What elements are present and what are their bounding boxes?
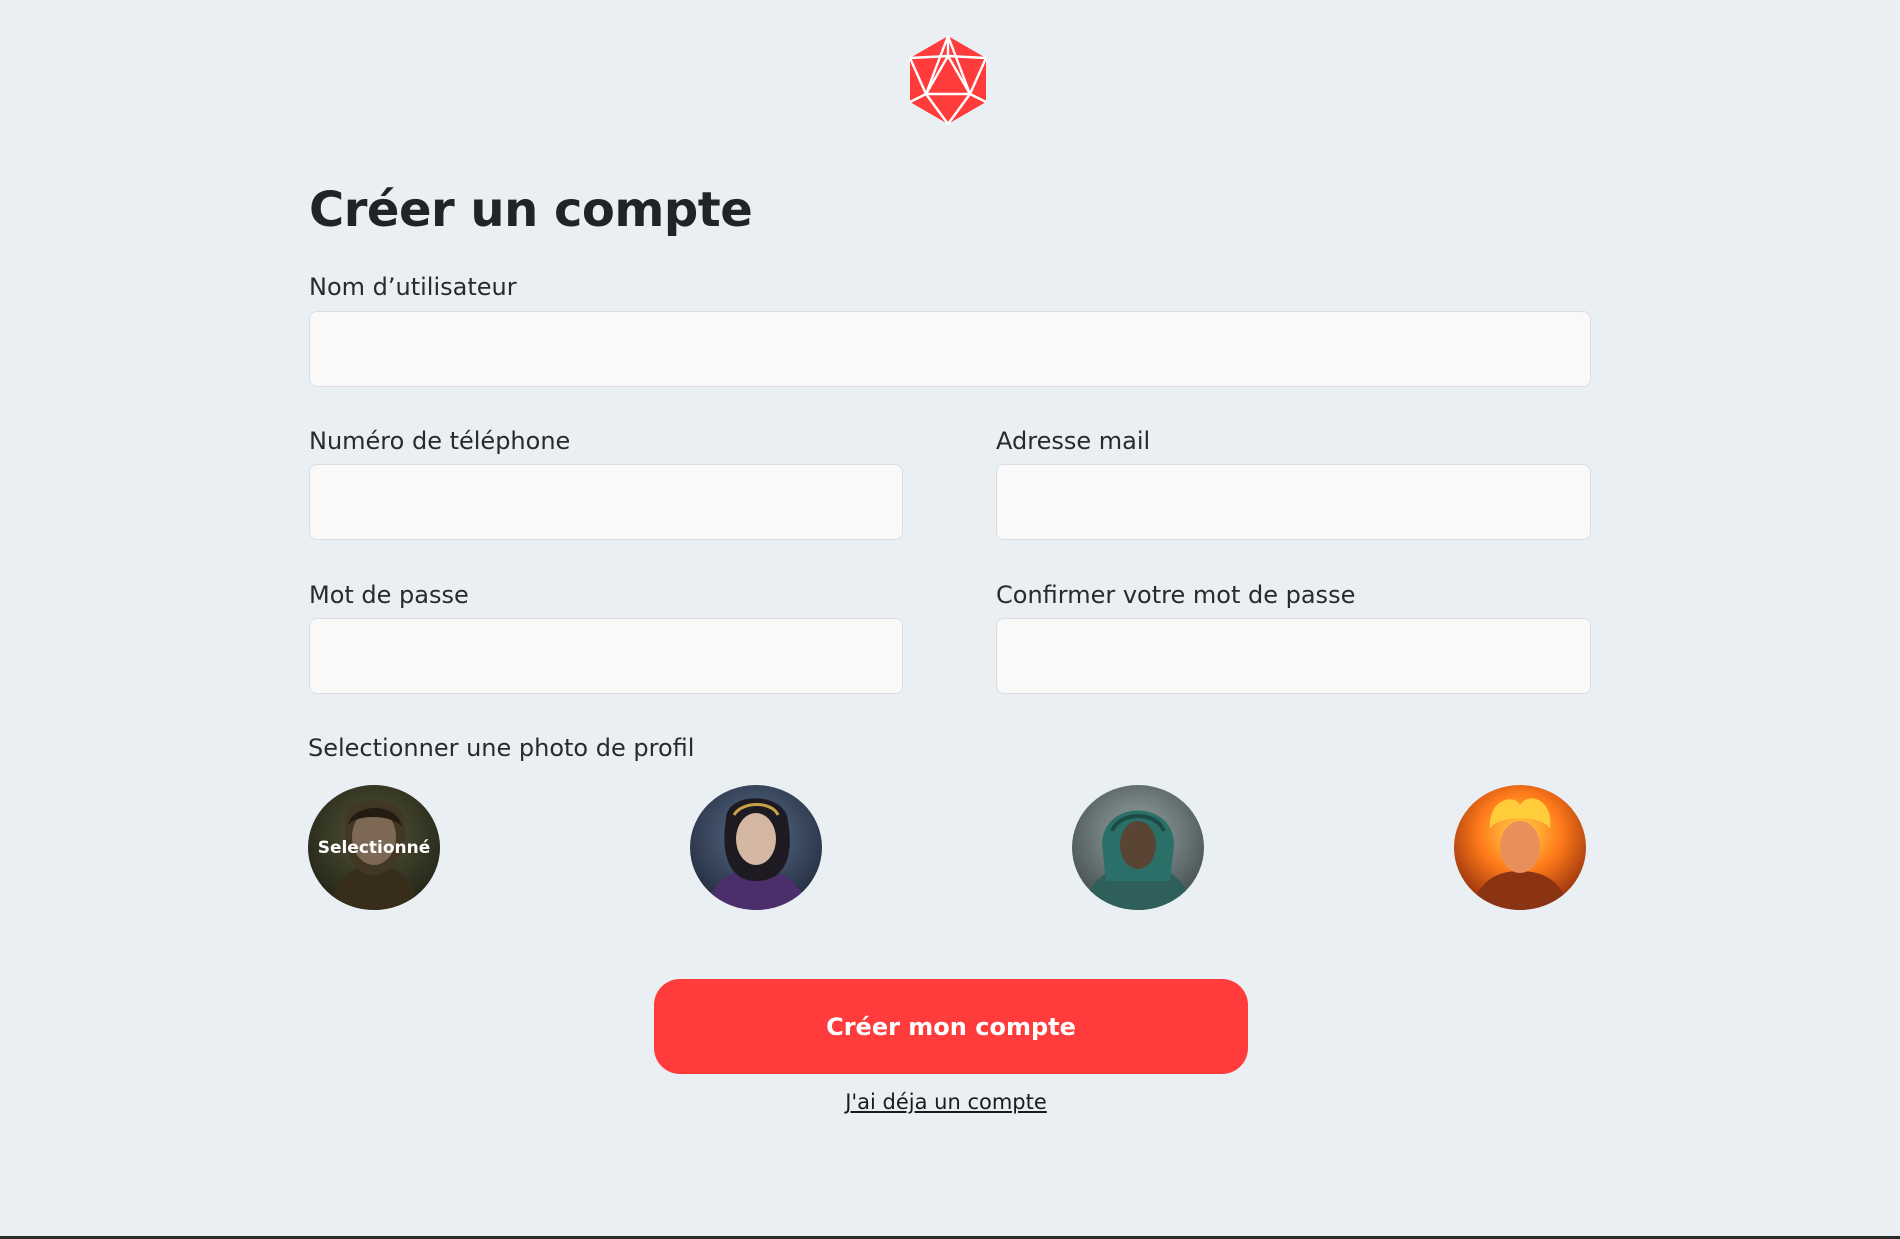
- avatar-hooded-mage-icon: [1072, 785, 1204, 910]
- avatar-option-4[interactable]: [1454, 785, 1586, 910]
- page-title: Créer un compte: [309, 182, 753, 238]
- d20-logo-icon: [908, 35, 988, 125]
- email-label: Adresse mail: [996, 427, 1151, 455]
- avatar-option-1[interactable]: Selectionné: [308, 785, 440, 910]
- avatar-selected-label: Selectionné: [317, 837, 431, 858]
- username-input[interactable]: [309, 311, 1591, 387]
- avatar-option-3[interactable]: [1072, 785, 1204, 910]
- password-input[interactable]: [309, 618, 903, 694]
- confirm-password-input[interactable]: [996, 618, 1591, 694]
- login-link[interactable]: J'ai déja un compte: [800, 1090, 1092, 1114]
- avatar-sorceress-icon: [690, 785, 822, 910]
- create-account-button[interactable]: Créer mon compte: [654, 979, 1248, 1074]
- avatar-option-2[interactable]: [690, 785, 822, 910]
- username-label: Nom d’utilisateur: [309, 273, 517, 301]
- phone-input[interactable]: [309, 464, 903, 540]
- phone-label: Numéro de téléphone: [309, 427, 571, 455]
- avatar-fire-mage-icon: [1454, 785, 1586, 910]
- password-label: Mot de passe: [309, 581, 469, 609]
- avatar-section-label: Selectionner une photo de profil: [308, 734, 695, 762]
- email-input[interactable]: [996, 464, 1591, 540]
- confirm-password-label: Confirmer votre mot de passe: [996, 581, 1356, 609]
- avatar-selected-overlay: Selectionné: [308, 785, 440, 910]
